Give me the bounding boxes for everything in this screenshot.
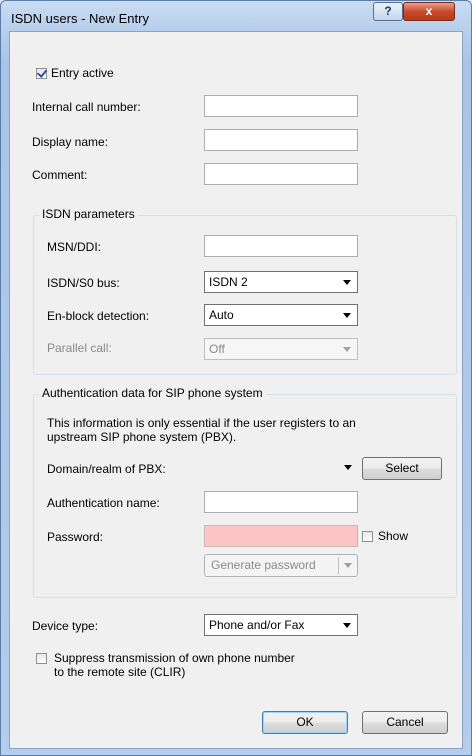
ok-button[interactable]: OK: [262, 711, 348, 734]
select-button[interactable]: Select: [362, 457, 442, 480]
enblock-detection-value: Auto: [209, 308, 234, 322]
clir-checkbox[interactable]: [36, 653, 47, 664]
auth-name-input[interactable]: [204, 491, 358, 513]
auth-info-line-1: This information is only essential if th…: [47, 416, 356, 430]
isdn-bus-label: ISDN/S0 bus:: [47, 276, 120, 290]
comment-input[interactable]: [204, 163, 358, 185]
help-icon: ?: [384, 4, 392, 18]
chevron-down-icon: [343, 623, 351, 628]
title-bar[interactable]: ISDN users - New Entry ? x: [1, 1, 471, 31]
clir-label-line-1: Suppress transmission of own phone numbe…: [54, 651, 295, 665]
chevron-down-icon: [344, 563, 352, 568]
generate-password-label: Generate password: [211, 558, 316, 572]
entry-active-label: Entry active: [51, 66, 114, 80]
display-name-input[interactable]: [204, 129, 358, 151]
pbx-domain-label: Domain/realm of PBX:: [47, 462, 166, 476]
split-divider: [338, 557, 339, 574]
comment-label: Comment:: [32, 168, 88, 182]
dialog-content: Entry active Internal call number: Displ…: [9, 31, 463, 749]
device-type-select[interactable]: Phone and/or Fax: [204, 614, 358, 636]
pbx-domain-combobox[interactable]: [204, 457, 358, 479]
show-password-label: Show: [378, 529, 409, 543]
device-type-value: Phone and/or Fax: [209, 618, 305, 632]
isdn-parameters-group-label: ISDN parameters: [39, 207, 138, 221]
parallel-call-label: Parallel call:: [47, 341, 112, 355]
isdn-bus-value: ISDN 2: [209, 275, 248, 289]
show-password-checkbox[interactable]: [362, 531, 373, 542]
help-button[interactable]: ?: [373, 2, 403, 21]
entry-active-checkbox[interactable]: [36, 68, 47, 79]
internal-call-number-label: Internal call number:: [32, 100, 141, 114]
display-name-label: Display name:: [32, 135, 109, 149]
generate-password-button[interactable]: Generate password: [204, 554, 358, 577]
chevron-down-icon: [343, 280, 351, 285]
msn-ddi-input[interactable]: [204, 235, 358, 257]
password-input[interactable]: [204, 525, 358, 547]
parallel-call-value: Off: [209, 342, 225, 356]
password-label: Password:: [47, 530, 104, 544]
enblock-detection-label: En-block detection:: [47, 309, 150, 323]
enblock-detection-select[interactable]: Auto: [204, 304, 358, 326]
cancel-button[interactable]: Cancel: [362, 711, 448, 734]
chevron-down-icon: [343, 313, 351, 318]
chevron-down-icon: [344, 465, 352, 470]
internal-call-number-input[interactable]: [204, 95, 358, 117]
parallel-call-select[interactable]: Off: [204, 338, 358, 360]
auth-name-label: Authentication name:: [47, 496, 160, 510]
sip-auth-group-label: Authentication data for SIP phone system: [39, 386, 266, 400]
close-button[interactable]: x: [403, 2, 455, 21]
window-title: ISDN users - New Entry: [11, 11, 149, 26]
close-icon: x: [425, 4, 433, 18]
clir-label-line-2: to the remote site (CLIR): [54, 665, 186, 679]
device-type-label: Device type:: [32, 619, 99, 633]
isdn-bus-select[interactable]: ISDN 2: [204, 271, 358, 293]
msn-ddi-label: MSN/DDI:: [47, 240, 101, 254]
auth-info-line-2: upstream SIP phone system (PBX).: [47, 430, 237, 444]
chevron-down-icon: [343, 347, 351, 352]
dialog-window: ISDN users - New Entry ? x Entry active …: [0, 0, 472, 756]
